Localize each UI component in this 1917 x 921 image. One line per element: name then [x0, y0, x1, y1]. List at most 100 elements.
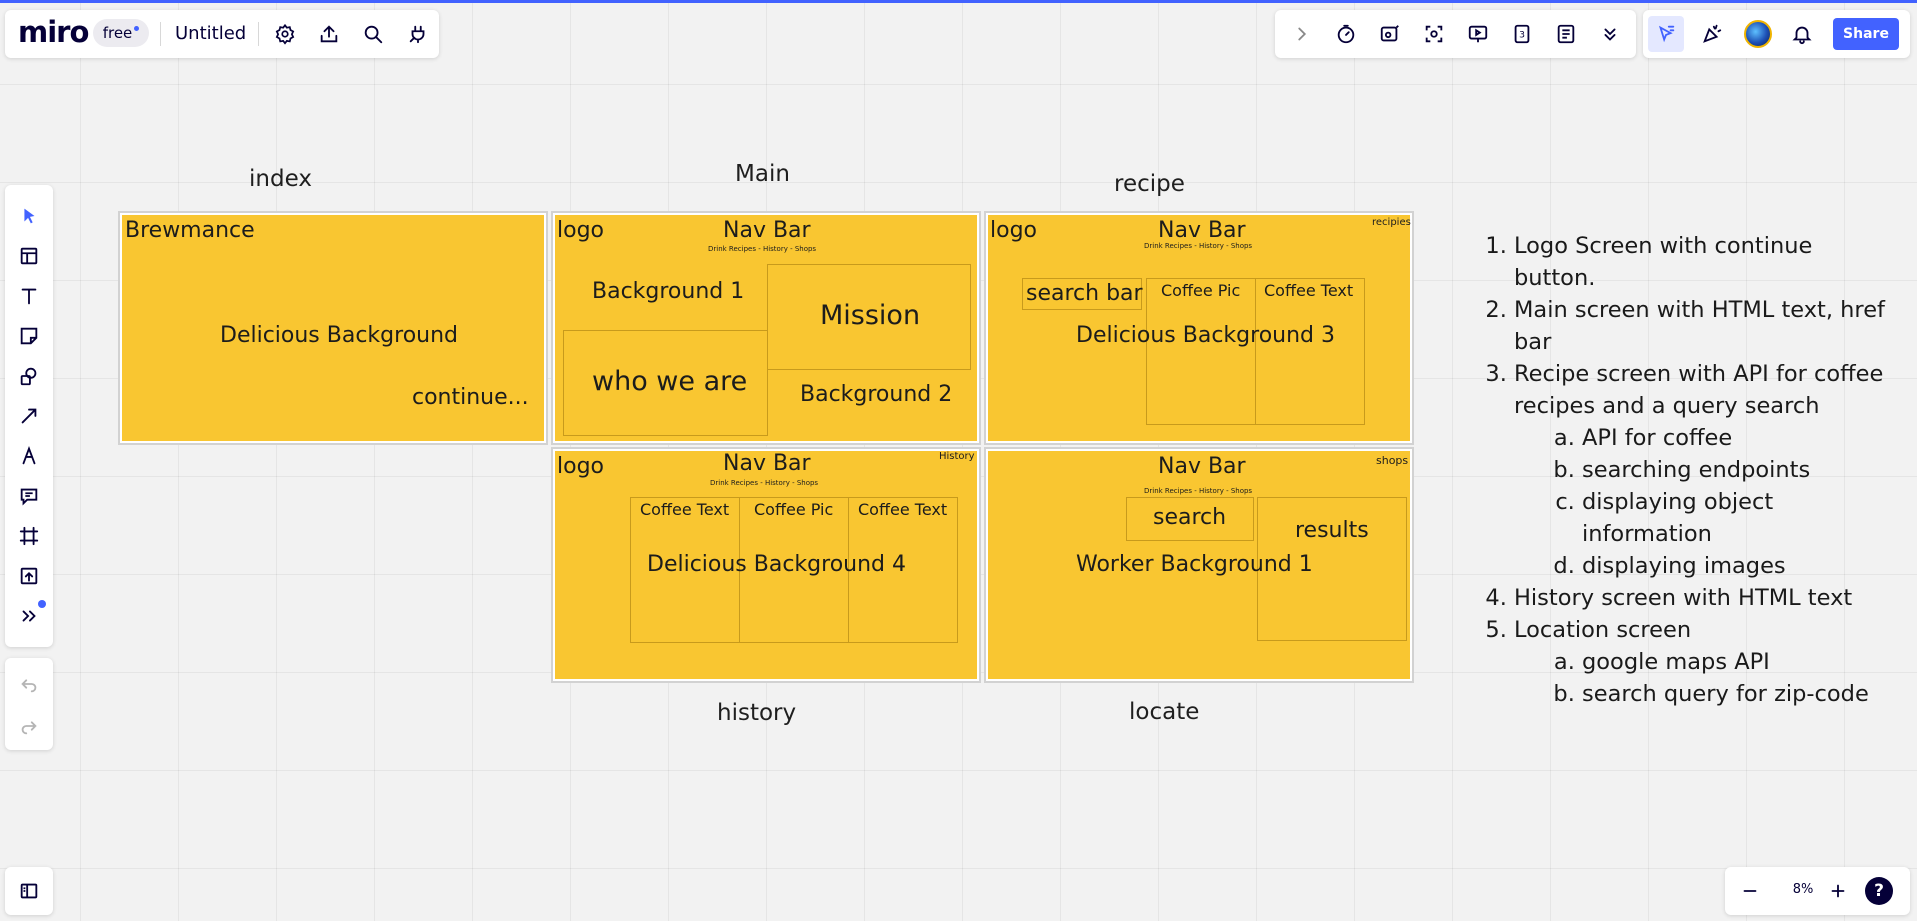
main-frame[interactable]: logo Nav Bar Drink Recipes - History - S… — [551, 211, 981, 445]
continue-link[interactable]: continue... — [412, 385, 529, 410]
board-title[interactable]: Untitled — [175, 23, 246, 44]
miro-logo[interactable]: miro — [18, 15, 89, 49]
sub-list-item-text: google maps API — [1582, 649, 1770, 675]
history-corner-label: History — [939, 451, 975, 462]
more-chevron-icon[interactable] — [1594, 18, 1626, 50]
sub-list-item: displaying object information — [1582, 486, 1886, 550]
index-sticky[interactable]: Brewmance Delicious Background continue.… — [122, 215, 544, 441]
nav-bar-label: Nav Bar — [1158, 454, 1246, 479]
frame-label-recipe[interactable]: recipe — [1114, 171, 1185, 197]
zoom-level[interactable]: 8% — [1783, 882, 1823, 897]
top-left-toolbar: miro free Untitled — [5, 10, 439, 58]
coffee-pic-box: Coffee Pic — [1146, 278, 1256, 425]
settings-icon[interactable] — [269, 18, 301, 50]
list-item-text: Recipe screen with API for coffee recipe… — [1514, 361, 1884, 419]
who-we-are-label: who we are — [592, 366, 748, 397]
frame-icon[interactable] — [13, 520, 45, 552]
notifications-bell-icon[interactable] — [1786, 18, 1818, 50]
sidebar-panel-icon[interactable] — [13, 875, 45, 907]
requirements-note[interactable]: Logo Screen with continue button. Main s… — [1486, 230, 1886, 710]
avatar[interactable] — [1744, 20, 1772, 48]
frame-label-locate[interactable]: locate — [1129, 699, 1199, 725]
divider — [160, 22, 161, 46]
search-bar-label: search bar — [1026, 281, 1143, 306]
sub-list-item-text: API for coffee — [1582, 425, 1733, 451]
search-label: search — [1153, 505, 1227, 530]
index-frame[interactable]: Brewmance Delicious Background continue.… — [118, 211, 548, 445]
text-icon[interactable] — [13, 280, 45, 312]
focus-icon[interactable] — [1418, 18, 1450, 50]
background-4-label: Delicious Background 4 — [647, 552, 907, 577]
templates-icon[interactable] — [13, 240, 45, 272]
mission-box: Mission — [767, 264, 971, 370]
export-icon[interactable] — [313, 18, 345, 50]
background-1-label: Background 1 — [592, 279, 745, 304]
frame-label-history[interactable]: history — [717, 700, 796, 726]
share-button-label: Share — [1843, 26, 1889, 42]
history-sticky[interactable]: logo Nav Bar Drink Recipes - History - S… — [555, 451, 977, 679]
sub-list-item-text: displaying images — [1582, 553, 1786, 579]
sub-list-item-text: searching endpoints — [1582, 457, 1811, 483]
sticky-note-icon[interactable] — [13, 320, 45, 352]
present-icon[interactable] — [1462, 18, 1494, 50]
shapes-icon[interactable] — [13, 360, 45, 392]
recipe-frame[interactable]: logo Nav Bar Drink Recipes - History - S… — [984, 211, 1414, 445]
main-sticky[interactable]: logo Nav Bar Drink Recipes - History - S… — [555, 215, 977, 441]
nav-bar-label: Nav Bar — [1158, 218, 1246, 243]
zoom-panel: 8% ? — [1725, 867, 1910, 915]
upload-icon[interactable] — [13, 560, 45, 592]
frame-label-main[interactable]: Main — [735, 161, 790, 187]
sub-list-item-text: displaying object information — [1582, 489, 1774, 547]
sub-list: google maps API search query for zip-cod… — [1514, 646, 1886, 710]
nav-bar-label: Nav Bar — [723, 451, 811, 476]
locate-sticky[interactable]: Nav Bar Drink Recipes - History - Shops … — [988, 451, 1410, 679]
list-item-text: Main screen with HTML text, href bar — [1514, 297, 1885, 355]
zoom-in-icon[interactable] — [1822, 875, 1854, 907]
svg-text:3: 3 — [1519, 30, 1525, 41]
recipes-corner-label: recipies — [1372, 217, 1411, 228]
recipe-sticky[interactable]: logo Nav Bar Drink Recipes - History - S… — [988, 215, 1411, 441]
timer-icon[interactable] — [1330, 18, 1362, 50]
integrations-icon[interactable] — [402, 18, 434, 50]
celebrate-icon[interactable] — [1696, 18, 1728, 50]
undo-icon[interactable] — [13, 668, 45, 700]
list-item: Main screen with HTML text, href bar — [1514, 294, 1886, 358]
search-icon[interactable] — [357, 18, 389, 50]
expand-icon[interactable] — [1286, 18, 1318, 50]
coffee-text-box: Coffee Text — [1255, 278, 1365, 425]
coffee-pic-label: Coffee Pic — [1161, 281, 1241, 300]
nav-links: Drink Recipes - History - Shops — [708, 245, 817, 253]
redo-icon[interactable] — [13, 710, 45, 742]
zoom-out-icon[interactable] — [1734, 875, 1766, 907]
number-icon[interactable]: 3 — [1506, 18, 1538, 50]
nav-links: Drink Recipes - History - Shops — [1144, 487, 1253, 495]
reactions-icon[interactable] — [1648, 16, 1684, 52]
who-we-are-box: who we are — [563, 330, 768, 436]
logo-label: logo — [557, 218, 604, 243]
notes-icon[interactable] — [1550, 18, 1582, 50]
brand-title: Brewmance — [125, 218, 255, 243]
locate-frame[interactable]: Nav Bar Drink Recipes - History - Shops … — [984, 447, 1414, 683]
list-item-text: Logo Screen with continue button. — [1514, 233, 1813, 291]
comment-icon[interactable] — [13, 480, 45, 512]
connection-line-icon[interactable] — [13, 400, 45, 432]
select-icon[interactable] — [13, 200, 45, 232]
sub-list-item-text: search query for zip-code — [1582, 681, 1869, 707]
frame-label-index[interactable]: index — [249, 166, 312, 192]
background-label: Delicious Background — [220, 323, 459, 348]
share-button[interactable]: Share — [1833, 18, 1899, 50]
video-chat-icon[interactable] — [1374, 18, 1406, 50]
history-frame[interactable]: logo Nav Bar Drink Recipes - History - S… — [551, 447, 981, 683]
sub-list: API for coffee searching endpoints displ… — [1514, 422, 1886, 582]
plan-badge-label: free — [102, 24, 133, 42]
pen-icon[interactable] — [13, 440, 45, 472]
help-button[interactable]: ? — [1865, 877, 1893, 905]
new-tools-dot-icon — [38, 600, 46, 608]
sub-list-item: search query for zip-code — [1582, 678, 1886, 710]
coffee-text-label: Coffee Text — [640, 500, 730, 519]
plan-badge[interactable]: free — [93, 19, 149, 47]
sub-list-item: google maps API — [1582, 646, 1886, 678]
search-box: search — [1126, 497, 1254, 541]
logo-label: logo — [557, 454, 604, 479]
logo-label: logo — [990, 218, 1037, 243]
